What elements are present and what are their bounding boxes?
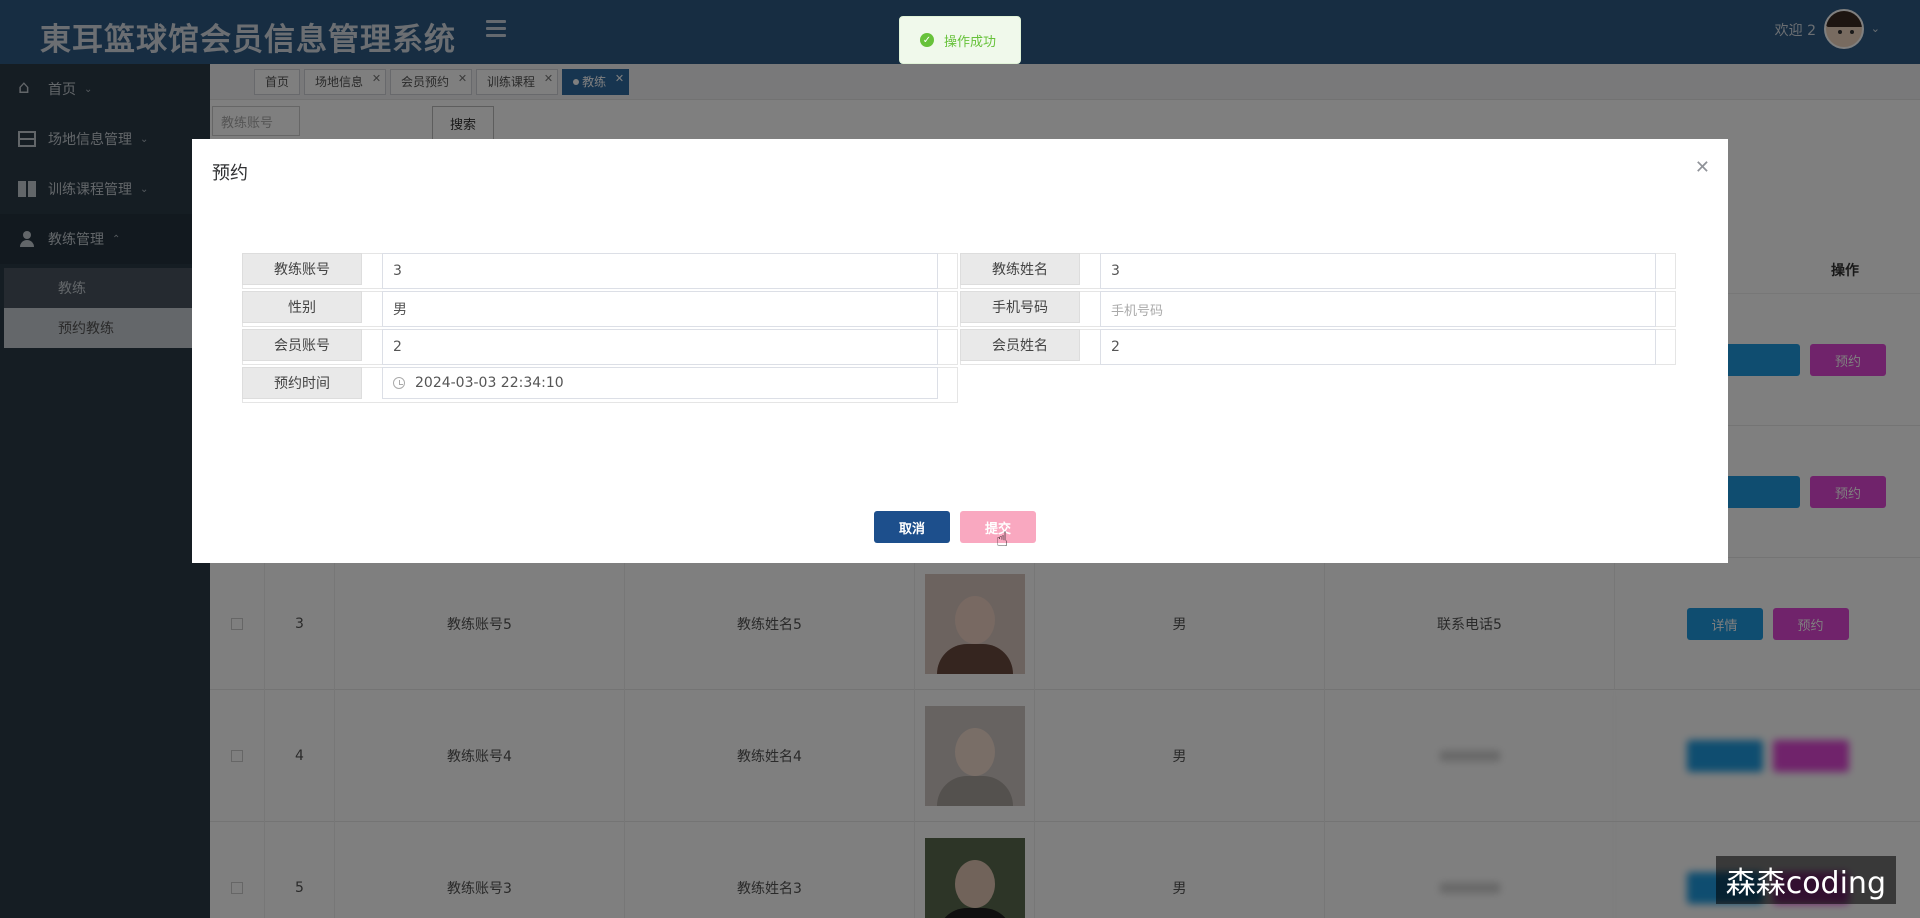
- field-label: 会员姓名: [960, 329, 1080, 361]
- member-name-input[interactable]: 2: [1100, 329, 1656, 365]
- field-label: 手机号码: [960, 291, 1080, 323]
- toast-message: 操作成功: [944, 34, 997, 50]
- coach-name-input[interactable]: 3: [1100, 253, 1656, 289]
- field-member-name: 会员姓名 2: [960, 329, 1676, 365]
- field-label: 会员账号: [242, 329, 362, 361]
- field-label: 预约时间: [242, 367, 362, 399]
- booking-time-picker[interactable]: 2024-03-03 22:34:10: [382, 367, 938, 399]
- coach-account-input[interactable]: 3: [382, 253, 938, 289]
- dialog-title: 预约: [212, 163, 248, 184]
- close-icon[interactable]: ✕: [1695, 157, 1710, 178]
- member-account-input[interactable]: 2: [382, 329, 938, 365]
- watermark: 森森coding: [1715, 856, 1896, 904]
- hand-cursor-icon: ☝: [996, 527, 1009, 551]
- booking-dialog: 预约 ✕ 教练账号 3 教练姓名 3 性别 男 手机号码 手机号码 会员账号 2…: [192, 139, 1728, 563]
- phone-input[interactable]: 手机号码: [1100, 291, 1656, 327]
- field-label: 性别: [242, 291, 362, 323]
- clock-icon: [393, 377, 405, 389]
- cancel-button[interactable]: 取消: [874, 511, 950, 543]
- gender-input[interactable]: 男: [382, 291, 938, 327]
- field-label: 教练姓名: [960, 253, 1080, 285]
- field-member-account: 会员账号 2: [242, 329, 958, 365]
- booking-time-value: 2024-03-03 22:34:10: [415, 375, 564, 391]
- field-label: 教练账号: [242, 253, 362, 285]
- success-toast: ✓ 操作成功: [899, 16, 1021, 64]
- field-phone: 手机号码 手机号码: [960, 291, 1676, 327]
- check-circle-icon: ✓: [920, 33, 934, 47]
- field-gender: 性别 男: [242, 291, 958, 327]
- field-coach-account: 教练账号 3: [242, 253, 958, 289]
- field-coach-name: 教练姓名 3: [960, 253, 1676, 289]
- field-booking-time: 预约时间 2024-03-03 22:34:10: [242, 367, 958, 403]
